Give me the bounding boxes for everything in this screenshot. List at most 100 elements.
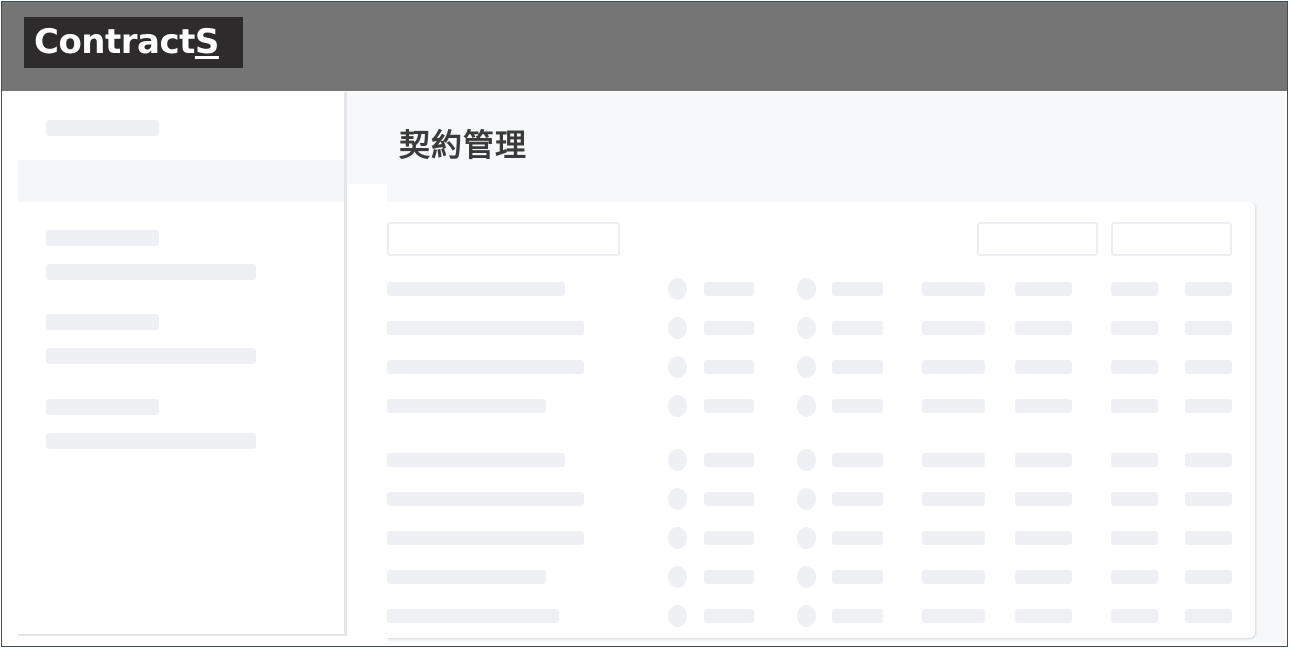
status-dot-placeholder <box>668 566 687 588</box>
filter-select[interactable] <box>977 222 1098 256</box>
status-dot-placeholder <box>797 356 816 378</box>
cell-placeholder <box>1111 531 1158 545</box>
contract-list-card <box>387 202 1255 638</box>
cell-placeholder <box>832 399 883 413</box>
cell-placeholder <box>1185 570 1232 584</box>
cell-placeholder <box>1185 492 1232 506</box>
status-dot-placeholder <box>797 566 816 588</box>
cell-placeholder <box>1111 360 1158 374</box>
table-row[interactable] <box>387 317 1255 341</box>
status-dot-placeholder <box>797 527 816 549</box>
sort-select[interactable] <box>1111 222 1232 256</box>
cell-placeholder <box>1111 570 1158 584</box>
sidebar-skeleton-heading <box>46 399 159 415</box>
cell-placeholder <box>832 492 883 506</box>
cell-placeholder <box>1015 531 1072 545</box>
cell-placeholder <box>704 282 754 296</box>
cell-placeholder <box>1111 609 1158 623</box>
cell-placeholder <box>387 609 559 623</box>
cell-placeholder <box>1185 531 1232 545</box>
status-dot-placeholder <box>668 488 687 510</box>
sidebar-item-active[interactable] <box>18 160 344 202</box>
sidebar-skeleton-item[interactable] <box>46 264 256 280</box>
cell-placeholder <box>922 399 985 413</box>
cell-placeholder <box>1015 399 1072 413</box>
cell-placeholder <box>387 492 584 506</box>
search-input[interactable] <box>387 222 620 256</box>
cell-placeholder <box>832 453 883 467</box>
cell-placeholder <box>387 453 565 467</box>
cell-placeholder <box>922 453 985 467</box>
cell-placeholder <box>387 360 584 374</box>
cell-placeholder <box>922 531 985 545</box>
table-row[interactable] <box>387 566 1255 590</box>
status-dot-placeholder <box>668 449 687 471</box>
table-row[interactable] <box>387 605 1255 629</box>
sidebar-skeleton-item[interactable] <box>46 348 256 364</box>
sidebar-skeleton-item[interactable] <box>46 433 256 449</box>
cell-placeholder <box>832 360 883 374</box>
cell-placeholder <box>1015 570 1072 584</box>
cell-placeholder <box>922 492 985 506</box>
cell-placeholder <box>704 492 754 506</box>
cell-placeholder <box>704 609 754 623</box>
cell-placeholder <box>922 570 985 584</box>
cell-placeholder <box>1015 453 1072 467</box>
cell-placeholder <box>1015 609 1072 623</box>
logo-text-suffix: S <box>194 22 220 62</box>
sidebar-skeleton-heading <box>46 120 159 136</box>
cell-placeholder <box>832 321 883 335</box>
cell-placeholder <box>704 531 754 545</box>
table-row[interactable] <box>387 356 1255 380</box>
cell-placeholder <box>704 399 754 413</box>
cell-placeholder <box>1015 492 1072 506</box>
cell-placeholder <box>387 570 546 584</box>
status-dot-placeholder <box>668 317 687 339</box>
cell-placeholder <box>1015 321 1072 335</box>
cell-placeholder <box>832 531 883 545</box>
cell-placeholder <box>387 399 546 413</box>
cell-placeholder <box>704 570 754 584</box>
cell-placeholder <box>832 282 883 296</box>
status-dot-placeholder <box>668 356 687 378</box>
cell-placeholder <box>1015 360 1072 374</box>
cell-placeholder <box>922 360 985 374</box>
cell-placeholder <box>922 282 985 296</box>
cell-placeholder <box>1111 321 1158 335</box>
cell-placeholder <box>387 282 565 296</box>
app-window: ContractS 契約管理 <box>1 1 1288 647</box>
cell-placeholder <box>1111 492 1158 506</box>
table-row[interactable] <box>387 449 1255 473</box>
cell-placeholder <box>704 321 754 335</box>
status-dot-placeholder <box>797 449 816 471</box>
table-row[interactable] <box>387 278 1255 302</box>
status-dot-placeholder <box>797 278 816 300</box>
cell-placeholder <box>1185 282 1232 296</box>
status-dot-placeholder <box>797 395 816 417</box>
table-row[interactable] <box>387 527 1255 551</box>
sidebar-skeleton-heading <box>46 230 159 246</box>
cell-placeholder <box>704 453 754 467</box>
cell-placeholder <box>387 321 584 335</box>
cell-placeholder <box>922 321 985 335</box>
sidebar-skeleton-heading <box>46 314 159 330</box>
status-dot-placeholder <box>668 605 687 627</box>
cell-placeholder <box>832 570 883 584</box>
page-title: 契約管理 <box>399 128 527 164</box>
status-dot-placeholder <box>668 527 687 549</box>
status-dot-placeholder <box>797 317 816 339</box>
cell-placeholder <box>832 609 883 623</box>
cell-placeholder <box>922 609 985 623</box>
table-row[interactable] <box>387 488 1255 512</box>
cell-placeholder <box>1111 453 1158 467</box>
cell-placeholder <box>1185 609 1232 623</box>
cell-placeholder <box>1185 321 1232 335</box>
status-dot-placeholder <box>797 488 816 510</box>
logo[interactable]: ContractS <box>24 17 243 68</box>
status-dot-placeholder <box>797 605 816 627</box>
cell-placeholder <box>1111 282 1158 296</box>
status-dot-placeholder <box>668 278 687 300</box>
table-row[interactable] <box>387 395 1255 419</box>
sidebar <box>18 92 347 636</box>
top-bar: ContractS <box>2 2 1287 91</box>
